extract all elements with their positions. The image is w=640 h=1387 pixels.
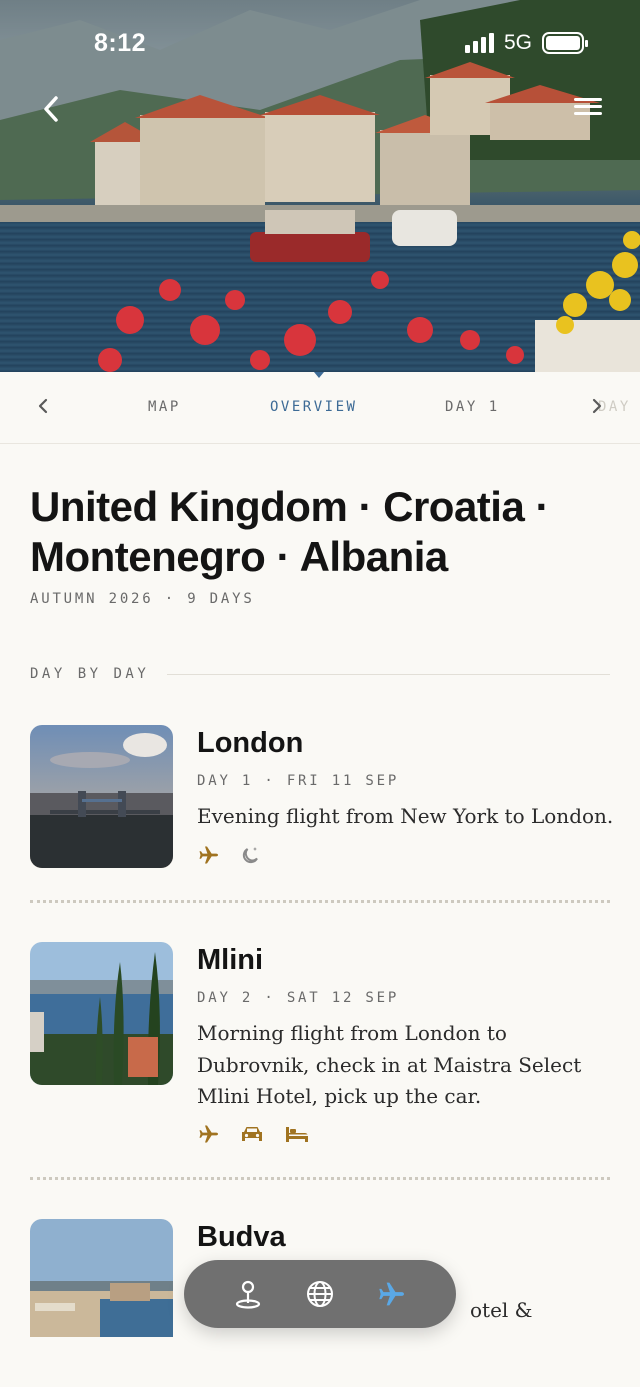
trip-meta: AUTUMN 2026 · 9 DAYS — [30, 591, 255, 607]
day-name: Budva — [197, 1221, 286, 1253]
tab-overview[interactable]: OVERVIEW — [270, 399, 357, 415]
day-description: Evening flight from New York to London. — [197, 804, 614, 828]
moon-icon — [242, 847, 258, 864]
globe-button[interactable] — [300, 1274, 340, 1314]
day-thumbnail — [30, 1219, 173, 1337]
tabs-next-icon[interactable] — [590, 397, 604, 415]
car-icon — [242, 1127, 262, 1141]
signal-icon — [464, 33, 494, 53]
active-tab-indicator — [314, 372, 324, 378]
day-thumbnail — [30, 942, 173, 1085]
battery-icon — [542, 32, 588, 54]
itinerary-button[interactable] — [372, 1274, 412, 1314]
tab-day-1[interactable]: DAY 1 — [445, 399, 500, 415]
network-label: 5G — [503, 31, 532, 54]
section-divider — [167, 673, 610, 675]
plane-icon — [379, 1282, 404, 1306]
back-icon[interactable] — [38, 92, 66, 126]
bed-icon — [286, 1127, 308, 1142]
day-separator — [30, 900, 610, 903]
trip-title: United Kingdom · Croatia · Montenegro · … — [30, 483, 549, 580]
day-name: Mlini — [197, 944, 264, 976]
tabs-prev-icon[interactable] — [36, 397, 50, 415]
plane-icon — [199, 1125, 218, 1143]
hero-image: 8:12 5G — [0, 0, 640, 372]
section-tabs: MAP OVERVIEW DAY 1 DAY — [0, 372, 640, 444]
globe-icon — [307, 1281, 333, 1307]
day-meta: DAY 1 · FRI 11 SEP — [197, 773, 400, 789]
map-pin-button[interactable] — [228, 1274, 268, 1314]
section-label: DAY BY DAY — [30, 666, 150, 682]
day-icons — [197, 1122, 311, 1146]
day-name: London — [197, 727, 304, 759]
tab-map[interactable]: MAP — [148, 399, 181, 415]
status-indicators: 5G — [464, 31, 588, 55]
day-description-partial: otel & — [470, 1298, 533, 1322]
map-pin-icon — [235, 1280, 261, 1309]
section-header: DAY BY DAY — [30, 666, 610, 682]
hamburger-icon[interactable] — [574, 98, 602, 120]
plane-icon — [199, 846, 218, 864]
day-meta: DAY 2 · SAT 12 SEP — [197, 990, 400, 1006]
day-separator — [30, 1177, 610, 1180]
floating-nav — [184, 1260, 456, 1328]
day-thumbnail — [30, 725, 173, 868]
day-icons — [197, 843, 261, 867]
status-time: 8:12 — [94, 29, 147, 57]
day-description: Morning flight from London to Dubrovnik,… — [197, 1021, 582, 1108]
